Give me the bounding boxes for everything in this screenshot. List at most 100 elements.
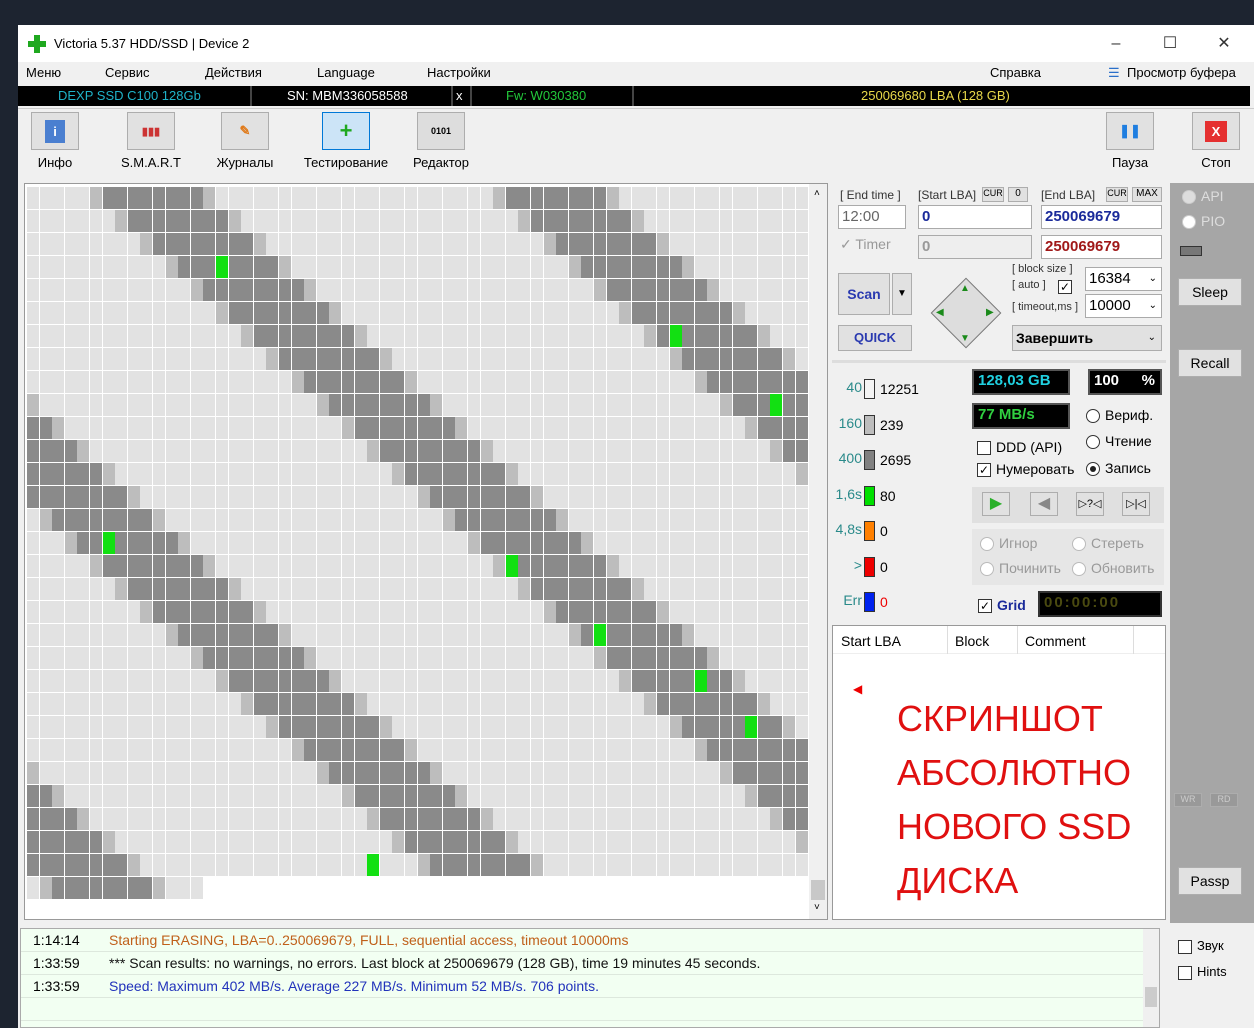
column-comment[interactable]: Comment (1025, 633, 1086, 649)
scan-button[interactable]: Scan (838, 273, 890, 315)
butterfly-button[interactable]: ▷|◁ (1122, 492, 1150, 516)
menu-buffer-view[interactable]: Просмотр буфера (1127, 65, 1236, 80)
block-cell (770, 486, 783, 508)
block-cell (493, 417, 506, 439)
start-cur-button[interactable]: CUR (982, 187, 1004, 202)
block-cell (77, 486, 90, 508)
write-radio[interactable]: Запись (1086, 460, 1151, 477)
block-cell (745, 256, 758, 278)
block-cell (568, 808, 581, 830)
passport-button[interactable]: Passp (1178, 867, 1242, 895)
menu-service[interactable]: Сервис (105, 65, 150, 80)
block-cell (442, 440, 455, 462)
end-lba-input[interactable]: 250069679 (1041, 205, 1162, 229)
block-cell (367, 509, 380, 531)
timer-checkbox[interactable]: ✓ Timer (840, 236, 891, 253)
block-cell (203, 279, 216, 301)
block-cell (253, 187, 266, 209)
api-radio[interactable]: API (1182, 188, 1224, 205)
block-cell (392, 601, 405, 623)
hints-checkbox[interactable]: Hints (1178, 964, 1227, 980)
maximize-button[interactable]: ☐ (1144, 25, 1196, 62)
block-cell (279, 417, 291, 439)
erase-radio[interactable]: Стереть (1072, 535, 1144, 552)
block-cell (531, 808, 543, 830)
block-cell (581, 532, 594, 554)
start-zero-button[interactable]: 0 (1008, 187, 1028, 202)
editor-button[interactable]: 0101 Редактор (408, 112, 474, 170)
block-size-select[interactable]: 16384 ⌄ (1085, 267, 1162, 291)
block-cell (64, 785, 77, 807)
block-cell (430, 532, 443, 554)
block-cell (505, 463, 518, 485)
timeout-select[interactable]: 10000 ⌄ (1085, 294, 1162, 318)
block-cell (316, 716, 329, 738)
block-map-scrollbar[interactable]: ˄ ˅ (809, 184, 827, 919)
arrow-right-icon[interactable]: ▶ (986, 307, 994, 318)
arrow-up-icon[interactable]: ▲ (960, 283, 970, 294)
sound-checkbox[interactable]: Звук (1178, 938, 1224, 954)
verify-radio[interactable]: Вериф. (1086, 407, 1153, 424)
block-cell (581, 417, 594, 439)
testing-button[interactable]: + Тестирование (298, 112, 394, 170)
stop-button[interactable]: X Стоп (1188, 112, 1244, 170)
close-button[interactable]: ✕ (1198, 25, 1250, 62)
block-cell (518, 716, 531, 738)
start-lba-input[interactable]: 0 (918, 205, 1032, 229)
navigation-pad[interactable]: ▲ ▼ ◀ ▶ (928, 275, 1004, 351)
ignore-radio[interactable]: Игнор (980, 535, 1037, 552)
block-cell (493, 371, 506, 393)
block-cell (190, 647, 203, 669)
numerate-checkbox[interactable]: ✓ Нумеровать (977, 461, 1074, 478)
log-entry: 1:33:59 *** Scan results: no warnings, no… (21, 952, 1149, 975)
end-max-button[interactable]: MAX (1132, 187, 1162, 202)
menu-actions[interactable]: Действия (205, 65, 262, 80)
block-cell (455, 440, 468, 462)
block-cell (165, 279, 178, 301)
menu-help[interactable]: Справка (990, 65, 1041, 80)
arrow-down-icon[interactable]: ▼ (960, 333, 970, 344)
read-radio[interactable]: Чтение (1086, 433, 1152, 450)
device-model[interactable]: DEXP SSD C100 128Gb (58, 86, 201, 106)
end-time-input[interactable]: 12:00 (838, 205, 906, 229)
quick-button[interactable]: QUICK (838, 325, 912, 351)
block-cell (594, 302, 606, 324)
refresh-radio[interactable]: Обновить (1072, 560, 1154, 577)
close-device-button[interactable]: x (456, 86, 463, 106)
pio-radio[interactable]: PIO (1182, 213, 1225, 230)
recall-button[interactable]: Recall (1178, 349, 1242, 377)
log-scrollbar[interactable] (1143, 929, 1159, 1027)
block-cell (468, 831, 480, 853)
ddd-api-checkbox[interactable]: DDD (API) (977, 439, 1062, 456)
logs-button[interactable]: ✎ Журналы (210, 112, 280, 170)
sleep-button[interactable]: Sleep (1178, 278, 1242, 306)
block-cell (455, 808, 468, 830)
block-cell (178, 716, 191, 738)
arrow-left-icon[interactable]: ◀ (936, 307, 944, 318)
column-block[interactable]: Block (955, 633, 989, 649)
auto-checkbox[interactable]: ✓ (1058, 280, 1072, 294)
block-cell (190, 463, 203, 485)
menu-main[interactable]: Меню (26, 65, 61, 80)
block-cell (770, 348, 783, 370)
block-cell (480, 233, 493, 255)
info-button[interactable]: i Инфо (26, 112, 84, 170)
pause-button[interactable]: ❚❚ Пауза (1102, 112, 1158, 170)
block-cell (379, 555, 392, 577)
block-cell (594, 279, 606, 301)
random-seek-button[interactable]: ▷?◁ (1076, 492, 1104, 516)
grid-checkbox[interactable]: ✓ Grid (978, 597, 1026, 614)
column-start-lba[interactable]: Start LBA (841, 633, 901, 649)
finish-action-select[interactable]: Завершить ⌄ (1012, 325, 1162, 351)
block-cell (190, 348, 203, 370)
scan-dropdown-button[interactable]: ▼ (892, 273, 912, 315)
smart-button[interactable]: ▮▮▮ S.M.A.R.T (114, 112, 188, 170)
menu-settings[interactable]: Настройки (427, 65, 491, 80)
block-cell (795, 808, 808, 830)
repair-radio[interactable]: Починить (980, 560, 1061, 577)
minimize-button[interactable]: – (1090, 25, 1142, 62)
menu-language[interactable]: Language (317, 65, 375, 80)
play-backward-button[interactable]: ◀ (1030, 492, 1058, 516)
end-cur-button[interactable]: CUR (1106, 187, 1128, 202)
play-forward-button[interactable]: ▶ (982, 492, 1010, 516)
